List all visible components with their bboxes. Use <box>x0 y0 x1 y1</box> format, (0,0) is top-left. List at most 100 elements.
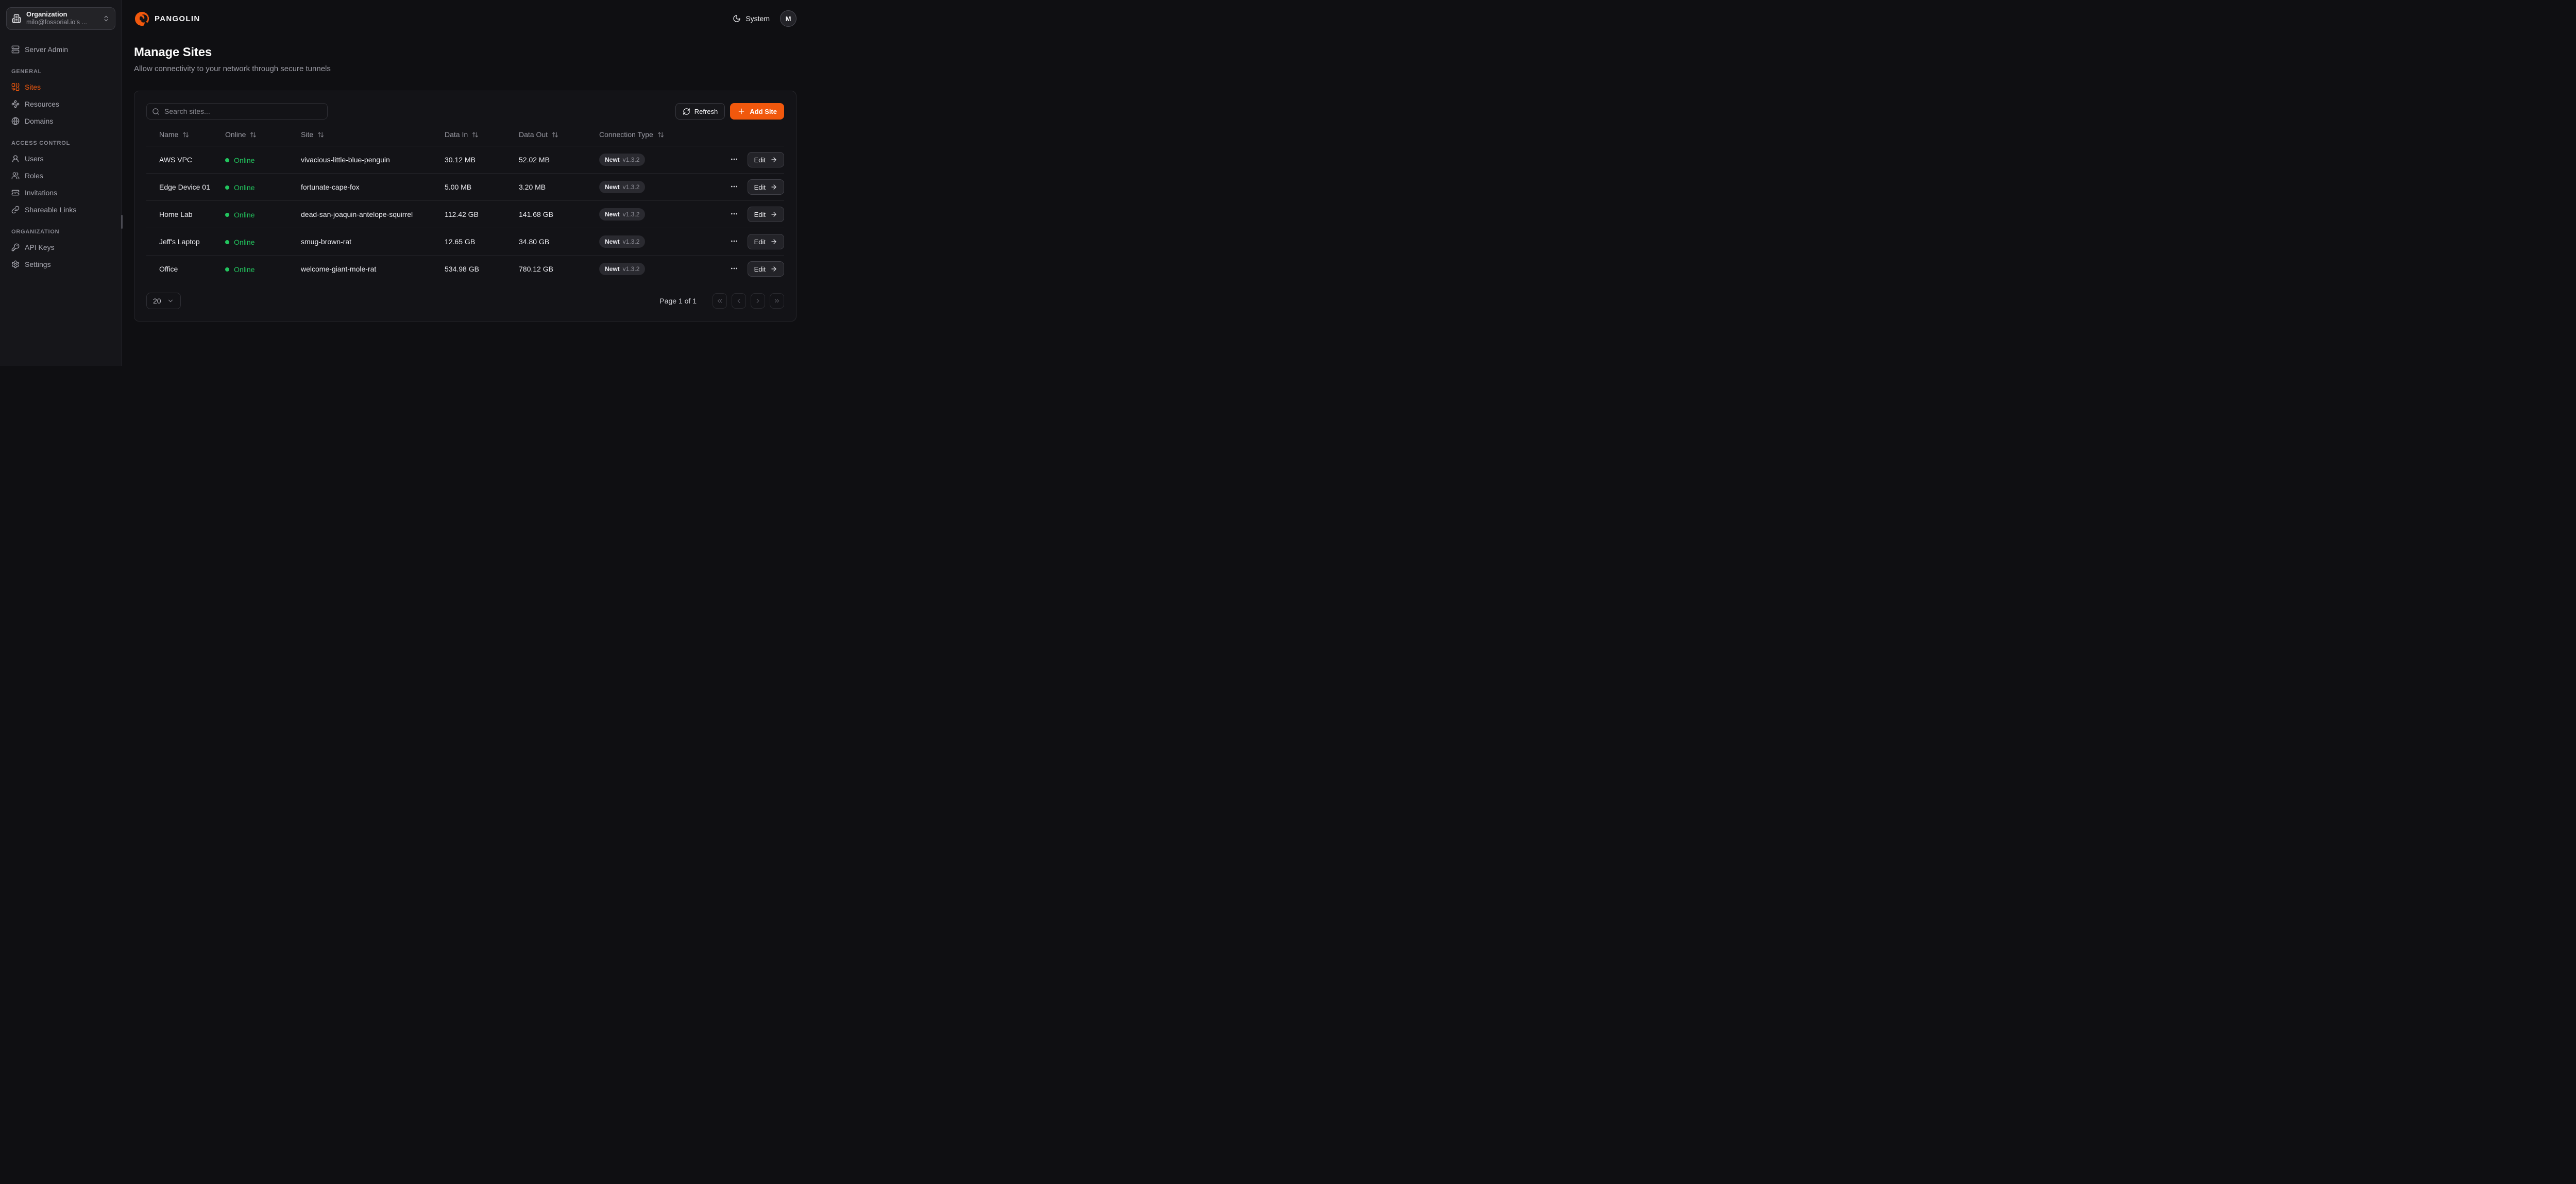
link-icon <box>11 206 20 214</box>
refresh-button[interactable]: Refresh <box>675 103 725 120</box>
data-in-cell: 5.00 MB <box>445 174 519 201</box>
search-input[interactable] <box>146 103 328 120</box>
row-menu-button[interactable] <box>728 208 740 222</box>
data-out-cell: 3.20 MB <box>519 174 599 201</box>
data-out-cell: 780.12 GB <box>519 256 599 283</box>
resources-icon <box>11 100 20 108</box>
data-out-cell: 34.80 GB <box>519 228 599 256</box>
connection-version: v1.3.2 <box>623 183 640 191</box>
pagination-prev-button[interactable] <box>732 293 746 309</box>
connection-type-badge: Newtv1.3.2 <box>599 263 645 275</box>
sidebar-item-users[interactable]: Users <box>6 150 115 167</box>
main-content: PANGOLIN System M Manage Sites Allow con… <box>122 0 808 366</box>
online-dot-icon <box>225 185 229 190</box>
users-icon <box>11 172 20 180</box>
data-in-cell: 534.98 GB <box>445 256 519 283</box>
column-label: Connection Type <box>599 130 653 139</box>
page-title: Manage Sites <box>134 45 796 60</box>
org-selector[interactable]: Organization milo@fossorial.io's ... <box>6 7 115 30</box>
pager <box>713 293 784 309</box>
site-id-cell: welcome-giant-mole-rat <box>301 256 445 283</box>
connection-type-badge: Newtv1.3.2 <box>599 208 645 221</box>
sidebar-item-api-keys[interactable]: API Keys <box>6 239 115 256</box>
avatar[interactable]: M <box>780 10 796 27</box>
key-icon <box>11 243 20 251</box>
sidebar-item-domains[interactable]: Domains <box>6 112 115 129</box>
edit-button[interactable]: Edit <box>748 234 784 249</box>
pagination-next-button[interactable] <box>751 293 765 309</box>
sites-icon <box>11 83 20 91</box>
edit-button[interactable]: Edit <box>748 207 784 222</box>
column-header-data-in[interactable]: Data In <box>445 130 519 146</box>
column-header-data-out[interactable]: Data Out <box>519 130 599 146</box>
sidebar-item-sites[interactable]: Sites <box>6 78 115 95</box>
sort-icon <box>472 131 479 138</box>
sidebar-item-label: Resources <box>25 100 59 108</box>
sidebar-item-label: Server Admin <box>25 45 68 54</box>
data-out-cell: 52.02 MB <box>519 146 599 174</box>
edit-button[interactable]: Edit <box>748 261 784 277</box>
arrow-right-icon <box>770 183 777 191</box>
sidebar-item-shareable-links[interactable]: Shareable Links <box>6 201 115 218</box>
edit-label: Edit <box>754 265 766 273</box>
server-icon <box>11 45 20 54</box>
page-size-select[interactable]: 20 <box>146 293 181 309</box>
add-site-button[interactable]: Add Site <box>730 103 784 120</box>
status-badge: Online <box>225 238 255 246</box>
sidebar-item-label: Settings <box>25 260 51 268</box>
connection-type: Newt <box>605 183 620 191</box>
edit-button[interactable]: Edit <box>748 179 784 195</box>
sort-icon <box>182 131 189 138</box>
connection-version: v1.3.2 <box>623 211 640 218</box>
theme-toggle-label: System <box>745 14 770 23</box>
status-badge: Online <box>225 183 255 192</box>
row-menu-button[interactable] <box>728 153 740 167</box>
data-out-cell: 141.68 GB <box>519 201 599 228</box>
row-menu-button[interactable] <box>728 262 740 276</box>
app-root: Organization milo@fossorial.io's ... Ser… <box>0 0 808 366</box>
sidebar-item-server-admin[interactable]: Server Admin <box>6 41 115 58</box>
top-actions: System M <box>733 10 796 27</box>
refresh-icon <box>683 108 690 115</box>
site-id-cell: vivacious-little-blue-penguin <box>301 146 445 174</box>
connection-version: v1.3.2 <box>623 156 640 163</box>
org-selector-value: milo@fossorial.io's ... <box>26 19 97 26</box>
sidebar: Organization milo@fossorial.io's ... Ser… <box>0 0 122 366</box>
site-name-cell: Office <box>146 256 225 283</box>
sidebar-item-label: Invitations <box>25 189 57 197</box>
edit-label: Edit <box>754 238 766 246</box>
sidebar-item-invitations[interactable]: Invitations <box>6 184 115 201</box>
user-icon <box>11 155 20 163</box>
row-menu-button[interactable] <box>728 180 740 194</box>
ellipsis-icon <box>730 155 738 163</box>
column-header-connection-type[interactable]: Connection Type <box>599 130 701 146</box>
org-selector-text: Organization milo@fossorial.io's ... <box>26 11 97 26</box>
column-header-online[interactable]: Online <box>225 130 301 146</box>
sidebar-item-roles[interactable]: Roles <box>6 167 115 184</box>
arrow-right-icon <box>770 211 777 218</box>
online-dot-icon <box>225 240 229 244</box>
connection-type: Newt <box>605 156 620 163</box>
theme-toggle-button[interactable]: System <box>733 14 770 23</box>
site-name-cell: Home Lab <box>146 201 225 228</box>
chevron-down-icon <box>167 297 174 305</box>
sidebar-item-label: Roles <box>25 172 43 180</box>
column-header-name[interactable]: Name <box>146 130 225 146</box>
edit-label: Edit <box>754 183 766 191</box>
online-dot-icon <box>225 267 229 272</box>
sidebar-nav: GENERALSitesResourcesDomainsACCESS CONTR… <box>6 69 115 273</box>
pagination-last-button[interactable] <box>770 293 784 309</box>
table-row: Edge Device 01Onlinefortunate-cape-fox5.… <box>146 174 784 201</box>
sort-icon <box>552 131 558 138</box>
site-id-cell: smug-brown-rat <box>301 228 445 256</box>
column-header-site[interactable]: Site <box>301 130 445 146</box>
ellipsis-icon <box>730 237 738 245</box>
row-menu-button[interactable] <box>728 235 740 249</box>
edit-button[interactable]: Edit <box>748 152 784 167</box>
table-row: OfficeOnlinewelcome-giant-mole-rat534.98… <box>146 256 784 283</box>
pagination-first-button[interactable] <box>713 293 727 309</box>
sidebar-item-settings[interactable]: Settings <box>6 256 115 273</box>
sidebar-item-resources[interactable]: Resources <box>6 95 115 112</box>
nav-section-label: ACCESS CONTROL <box>6 140 115 146</box>
connection-version: v1.3.2 <box>623 238 640 245</box>
